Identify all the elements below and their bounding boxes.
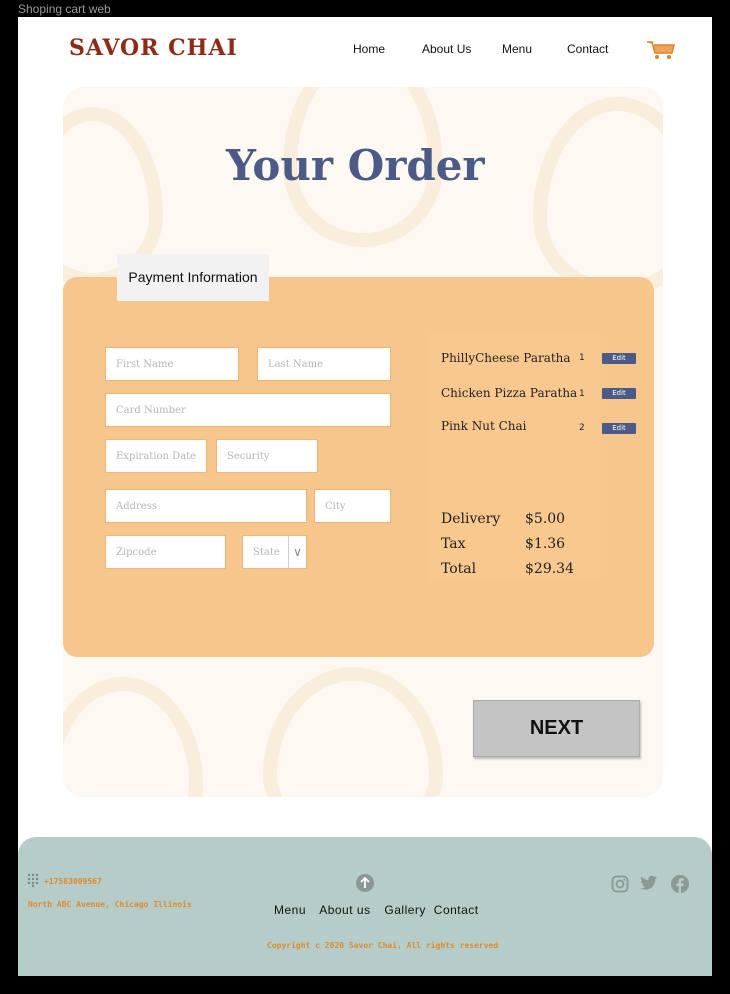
delivery-value: $5.00: [525, 511, 566, 527]
chevron-down-icon[interactable]: ∨: [288, 536, 306, 568]
tax-label: Tax: [441, 536, 466, 552]
zipcode-field[interactable]: Zipcode: [105, 535, 226, 569]
logo-text: SAVOR CHAI: [69, 35, 238, 61]
address-field[interactable]: Address: [105, 489, 307, 523]
instagram-icon[interactable]: [611, 875, 629, 893]
edit-item-button[interactable]: Edit: [602, 388, 636, 399]
last-name-field[interactable]: Last Name: [257, 347, 391, 381]
order-item-qty: 2: [579, 423, 585, 433]
footer-phone[interactable]: +17583009567: [44, 877, 102, 886]
edit-item-button[interactable]: Edit: [602, 423, 636, 434]
order-item-qty: 1: [579, 389, 585, 399]
next-button[interactable]: NEXT: [473, 700, 640, 757]
nav-contact[interactable]: Contact: [567, 42, 608, 56]
footer-links: Menu About us Gallery Contact: [274, 903, 489, 917]
state-select[interactable]: State ∨: [242, 535, 307, 569]
total-label: Total: [441, 561, 477, 577]
tax-value: $1.36: [525, 536, 566, 552]
state-select-label: State: [253, 546, 280, 558]
order-item-qty: 1: [579, 353, 585, 363]
first-name-field[interactable]: First Name: [105, 347, 239, 381]
order-item-name: Pink Nut Chai: [441, 419, 527, 433]
paisley-decoration: [263, 667, 443, 797]
footer-link-menu[interactable]: Menu: [274, 903, 306, 917]
city-field[interactable]: City: [314, 489, 391, 523]
order-item-name: PhillyCheese Paratha: [441, 351, 571, 365]
footer: +17583009567 North ABC Avenue, Chicago I…: [18, 837, 712, 976]
page-title: Your Order: [226, 141, 485, 190]
arrow-up-icon[interactable]: [356, 874, 374, 892]
window-title: Shoping cart web: [18, 2, 111, 16]
nav-about-us[interactable]: About Us: [422, 42, 471, 56]
paisley-decoration: [63, 677, 203, 797]
expiration-date-field[interactable]: Expiration Date: [105, 439, 207, 473]
security-field[interactable]: Security: [216, 439, 318, 473]
dialpad-icon: [27, 873, 39, 887]
copyright-text: Copyright c 2020 Savor Chai, All rights …: [267, 941, 499, 950]
card-number-field[interactable]: Card Number: [105, 393, 391, 427]
tab-payment-information[interactable]: Payment Information: [117, 254, 269, 301]
logo[interactable]: SAVOR CHAI: [69, 35, 238, 61]
nav-menu[interactable]: Menu: [502, 42, 532, 56]
paisley-decoration: [533, 97, 663, 297]
nav-home[interactable]: Home: [353, 42, 385, 56]
order-item-name: Chicken Pizza Paratha: [441, 386, 578, 400]
app-screen: SAVOR CHAI Home About Us Menu Contact Yo…: [18, 17, 712, 976]
footer-link-contact[interactable]: Contact: [434, 903, 479, 917]
footer-address: North ABC Avenue, Chicago Illinois: [28, 900, 192, 909]
facebook-icon[interactable]: [671, 875, 689, 893]
delivery-label: Delivery: [441, 511, 501, 527]
footer-link-about-us[interactable]: About us: [319, 903, 370, 917]
total-value: $29.34: [525, 561, 574, 577]
edit-item-button[interactable]: Edit: [602, 353, 636, 364]
twitter-icon[interactable]: [640, 874, 658, 892]
footer-link-gallery[interactable]: Gallery: [384, 903, 426, 917]
cart-icon[interactable]: [646, 39, 676, 61]
